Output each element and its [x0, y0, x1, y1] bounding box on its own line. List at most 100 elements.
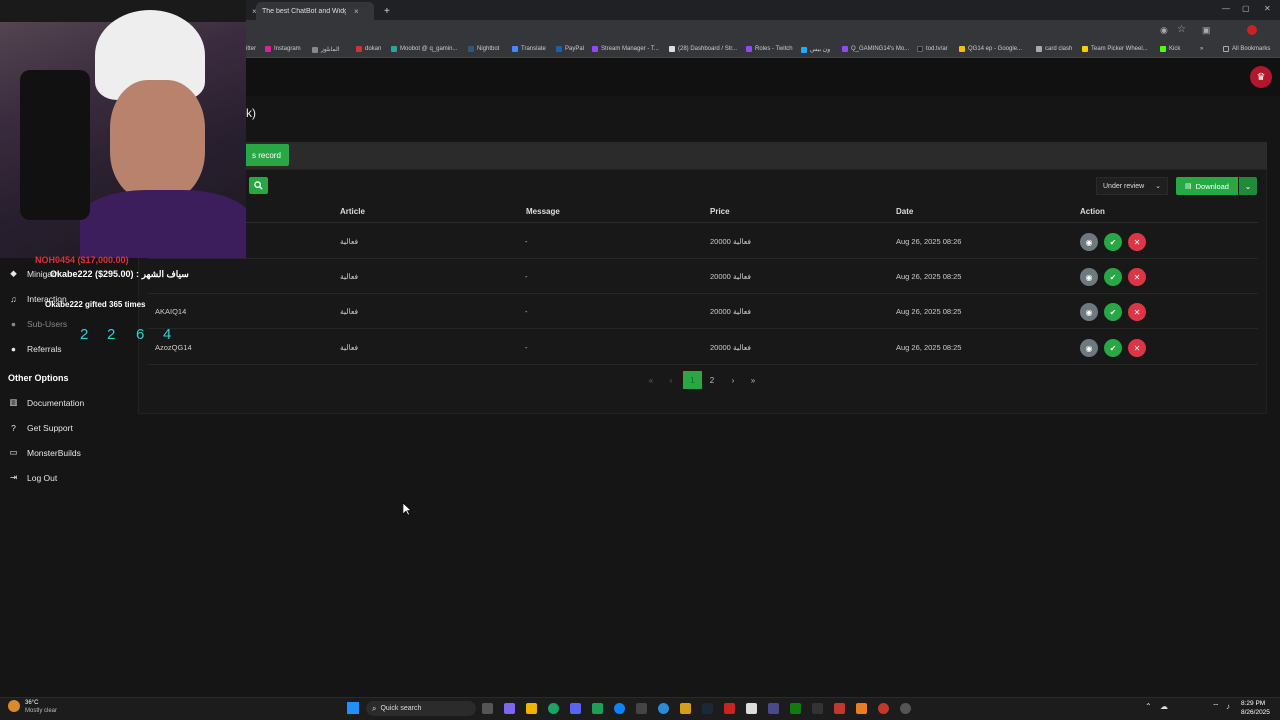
telegram-icon[interactable] — [658, 703, 669, 714]
reject-button[interactable]: ✕ — [1128, 303, 1146, 321]
bookmark-label: Q_GAMING14's Mo... — [851, 46, 910, 52]
bookmark[interactable]: Moobot @ q_gamin... — [391, 46, 457, 52]
approve-button[interactable]: ✔ — [1104, 339, 1122, 357]
app-icon[interactable] — [834, 703, 845, 714]
reject-button[interactable]: ✕ — [1128, 268, 1146, 286]
bookmark[interactable]: Q_GAMING14's Mo... — [842, 46, 909, 52]
maximize-icon[interactable]: ▢ — [1242, 4, 1250, 13]
view-button[interactable]: ◉ — [1080, 268, 1098, 286]
wifi-icon[interactable]: ⌔ — [1212, 702, 1220, 712]
status-select[interactable]: Under review ⌄ — [1096, 177, 1168, 195]
bookmark[interactable]: Kick — [1160, 46, 1180, 52]
edge-icon[interactable] — [614, 703, 625, 714]
cell-date: Aug 26, 2025 08:25 — [896, 307, 962, 316]
overlay-counter: 6 — [136, 326, 145, 343]
download-options-button[interactable]: ⌄ — [1239, 177, 1257, 195]
new-tab-button[interactable]: + — [378, 2, 396, 20]
active-app-icon[interactable] — [592, 703, 603, 714]
eye-off-icon[interactable]: ◉ — [1160, 25, 1168, 36]
reject-button[interactable]: ✕ — [1128, 339, 1146, 357]
app-icon[interactable] — [812, 703, 823, 714]
tray-chevron-icon[interactable]: ⌃ — [1145, 702, 1152, 711]
close-tab-icon[interactable]: × — [354, 7, 359, 16]
windows-start-icon[interactable] — [347, 702, 359, 714]
bookmark[interactable]: ون بيس — [801, 46, 830, 53]
app-icon[interactable] — [724, 703, 735, 714]
app-icon[interactable] — [504, 703, 515, 714]
bookmark[interactable]: Instagram — [265, 46, 301, 52]
app-icon[interactable] — [680, 703, 691, 714]
user-avatar[interactable]: ♛ — [1250, 66, 1272, 88]
bookmark[interactable]: dokan — [356, 46, 381, 52]
reject-button[interactable]: ✕ — [1128, 233, 1146, 251]
download-button[interactable]: ▤ Download — [1176, 177, 1238, 195]
sidebar-item-log-out[interactable]: ⇥ Log Out — [8, 472, 57, 483]
more-bookmarks-icon[interactable]: » — [1200, 46, 1203, 52]
tab-title: The best ChatBot and Widgets — [262, 7, 346, 15]
bookmark[interactable]: card clash — [1036, 46, 1072, 52]
bookmark[interactable]: Nightbot — [468, 46, 499, 52]
star-icon[interactable]: ☆ — [1177, 24, 1186, 35]
cloud-icon[interactable]: ☁ — [1160, 702, 1168, 711]
extensions-icon[interactable]: ▣ — [1202, 25, 1211, 36]
bookmark-label: dokan — [365, 46, 382, 52]
sidebar-item-get-support[interactable]: ? Get Support — [8, 422, 73, 433]
view-button[interactable]: ◉ — [1080, 303, 1098, 321]
close-icon: ✕ — [1133, 343, 1141, 353]
tab-chatbot[interactable]: The best ChatBot and Widgets × — [256, 2, 374, 20]
bookmark[interactable]: Team Picker Wheel... — [1082, 46, 1148, 52]
eye-icon: ◉ — [1085, 343, 1093, 353]
page-2-button[interactable]: 2 — [707, 371, 717, 389]
add-record-button[interactable]: s record — [244, 144, 289, 166]
prev-page-button[interactable]: ‹ — [666, 371, 676, 389]
discord-icon[interactable] — [570, 703, 581, 714]
overlay-top-donor: NOH0454 ($17,000.00) — [35, 255, 129, 265]
task-view-icon[interactable] — [482, 703, 493, 714]
notepad-icon[interactable] — [746, 703, 757, 714]
page-1-button[interactable]: 1 — [683, 371, 702, 389]
sidebar-item-documentation[interactable]: ▥ Documentation — [8, 397, 84, 408]
volume-icon[interactable]: ♪ — [1226, 702, 1230, 711]
sidebar-item-sub-users[interactable]: ● Sub-Users — [8, 318, 67, 329]
paypal-icon — [556, 46, 562, 52]
bookmark[interactable]: Roles - Twitch — [746, 46, 793, 52]
bookmark[interactable]: Stream Manager - T... — [592, 46, 659, 52]
approve-button[interactable]: ✔ — [1104, 303, 1122, 321]
bookmark[interactable]: PayPal — [556, 46, 584, 52]
app-icon[interactable] — [856, 703, 867, 714]
taskbar-time[interactable]: 8:29 PM — [1241, 700, 1265, 707]
approve-button[interactable]: ✔ — [1104, 268, 1122, 286]
app-icon[interactable] — [878, 703, 889, 714]
folder-icon[interactable] — [526, 703, 537, 714]
view-button[interactable]: ◉ — [1080, 339, 1098, 357]
app-icon[interactable] — [636, 703, 647, 714]
sidebar-item-monsterbuilds[interactable]: ▭ MonsterBuilds — [8, 447, 80, 458]
bookmark-label: (28) Dashboard / Str... — [678, 46, 738, 52]
steam-icon[interactable] — [702, 703, 713, 714]
next-page-button[interactable]: › — [728, 371, 738, 389]
bookmark[interactable]: itter — [246, 46, 256, 52]
sidebar-item-referrals[interactable]: ● Referrals — [8, 343, 62, 354]
approve-button[interactable]: ✔ — [1104, 233, 1122, 251]
all-bookmarks[interactable]: All Bookmarks — [1223, 46, 1270, 52]
bookmark[interactable]: tod.tv/ar — [917, 46, 948, 52]
profile-icon[interactable] — [1247, 25, 1257, 35]
close-window-icon[interactable]: ✕ — [1264, 4, 1271, 13]
search-button[interactable] — [249, 177, 268, 194]
view-button[interactable]: ◉ — [1080, 233, 1098, 251]
last-page-button[interactable]: » — [748, 371, 758, 389]
taskbar-date[interactable]: 8/26/2025 — [1241, 709, 1270, 716]
eye-icon: ◉ — [1085, 237, 1093, 247]
taskbar-search[interactable]: ⌕ Quick search — [366, 701, 476, 716]
bookmark[interactable]: المابلوز — [312, 46, 339, 53]
xbox-icon[interactable] — [790, 703, 801, 714]
bookmark[interactable]: Translate — [512, 46, 546, 52]
first-page-button[interactable]: « — [646, 371, 656, 389]
bookmark[interactable]: QG14 ep - Google... — [959, 46, 1022, 52]
app-icon[interactable] — [900, 703, 911, 714]
chrome-icon[interactable] — [548, 703, 559, 714]
minimize-icon[interactable]: — — [1222, 4, 1230, 13]
app-icon[interactable] — [768, 703, 779, 714]
check-icon: ✔ — [1109, 237, 1117, 247]
bookmark[interactable]: (28) Dashboard / Str... — [669, 46, 737, 52]
